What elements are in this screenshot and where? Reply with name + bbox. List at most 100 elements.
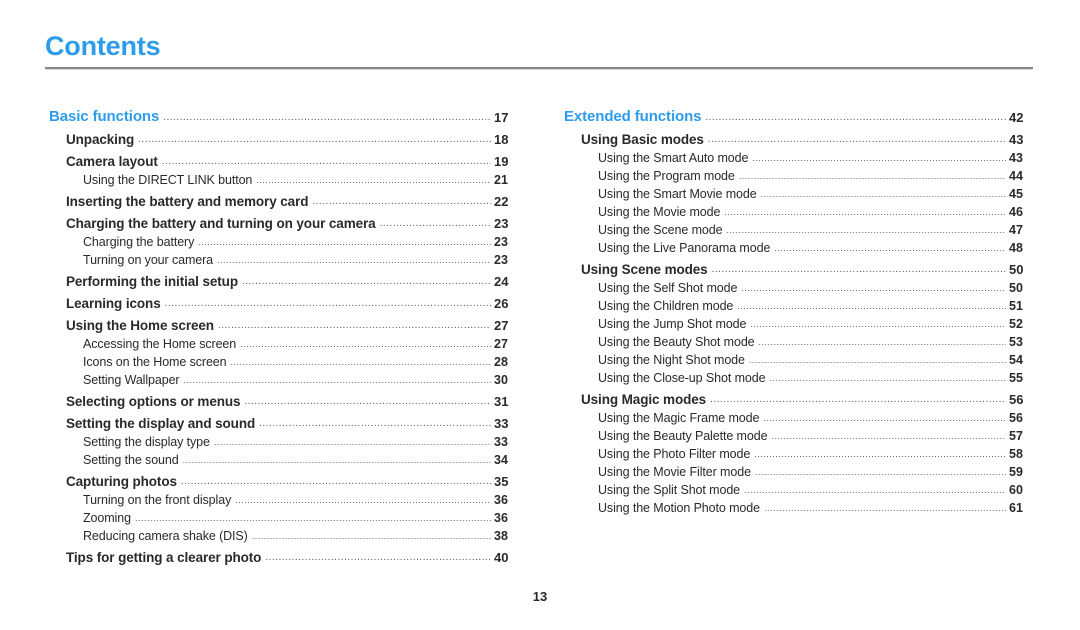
toc-entry[interactable]: Setting the sound.......................… [45,449,520,467]
toc-entry[interactable]: Unpacking...............................… [45,125,520,147]
toc-leader-dots: ........................................… [741,284,1006,293]
toc-entry[interactable]: Using the Scene mode....................… [560,219,1035,237]
toc-entry-page-number: 33 [494,435,508,449]
folio-number: 13 [532,589,548,604]
toc-entry[interactable]: Using the Self Shot mode................… [560,277,1035,295]
toc-entry-page-number: 43 [1009,132,1024,147]
toc-entry[interactable]: Using the Smart Auto mode...............… [560,147,1035,165]
toc-entry-label: Accessing the Home screen [83,337,237,351]
toc-entry-page-number: 18 [494,132,509,147]
contents-page: Contents Basic functions................… [0,0,1080,630]
toc-entry[interactable]: Using the DIRECT LINK button............… [45,169,520,187]
toc-entry-label: Using Scene modes [581,262,708,277]
toc-entry[interactable]: Using the Photo Filter mode.............… [560,443,1035,461]
toc-column-right: Extended functions......................… [560,104,1035,565]
toc-entry[interactable]: Capturing photos........................… [45,467,520,489]
toc-entry[interactable]: Zooming.................................… [45,507,520,525]
toc-entry-label: Unpacking [66,132,135,147]
toc-entry[interactable]: Turning on your camera..................… [45,249,520,267]
toc-entry-page-number: 27 [494,337,508,351]
toc-entry-page-number: 26 [494,296,509,311]
toc-entry[interactable]: Using the Split Shot mode...............… [560,479,1035,497]
toc-leader-dots: ........................................… [256,176,491,185]
toc-leader-dots: ........................................… [748,356,1006,365]
toc-entry-page-number: 22 [494,194,509,209]
toc-entry[interactable]: Using the Beauty Palette mode...........… [560,425,1035,443]
toc-entry-page-number: 48 [1009,241,1023,255]
toc-entry-page-number: 33 [494,416,509,431]
toc-entry[interactable]: Camera layout...........................… [45,147,520,169]
toc-leader-dots: ........................................… [182,456,491,465]
toc-entry-label: Using the Jump Shot mode [598,317,747,331]
toc-entry[interactable]: Using the Movie Filter mode.............… [560,461,1035,479]
toc-entry-label: Using the Night Shot mode [598,353,745,367]
toc-entry-page-number: 36 [494,511,508,525]
toc-leader-dots: ........................................… [164,299,491,309]
toc-entry[interactable]: Using the Children mode.................… [560,295,1035,313]
toc-leader-dots: ........................................… [771,432,1006,441]
toc-entry-label: Inserting the battery and memory card [66,194,309,209]
toc-entry[interactable]: Using Basic modes.......................… [560,125,1035,147]
toc-entry[interactable]: Setting the display and sound...........… [45,409,520,431]
toc-entry-page-number: 58 [1009,447,1023,461]
toc-entry[interactable]: Using the Beauty Shot mode..............… [560,331,1035,349]
toc-entry[interactable]: Using Scene modes.......................… [560,255,1035,277]
toc-entry[interactable]: Using the Night Shot mode...............… [560,349,1035,367]
toc-entry[interactable]: Using the Jump Shot mode................… [560,313,1035,331]
toc-entry[interactable]: Using the Home screen...................… [45,311,520,333]
toc-entry[interactable]: Using the Smart Movie mode..............… [560,183,1035,201]
toc-entry[interactable]: Performing the initial setup............… [45,267,520,289]
toc-entry[interactable]: Inserting the battery and memory card...… [45,187,520,209]
toc-entry-label: Tips for getting a clearer photo [66,550,262,565]
toc-entry[interactable]: Selecting options or menus..............… [45,387,520,409]
toc-entry-page-number: 21 [494,173,508,187]
toc-leader-dots: ........................................… [769,374,1006,383]
toc-entry-page-number: 56 [1009,411,1023,425]
toc-entry-label: Using the Children mode [598,299,734,313]
toc-entry[interactable]: Using the Live Panorama mode............… [560,237,1035,255]
toc-entry[interactable]: Learning icons..........................… [45,289,520,311]
toc-entry[interactable]: Charging the battery and turning on your… [45,209,520,231]
toc-leader-dots: ........................................… [259,419,491,429]
toc-entry-label: Charging the battery and turning on your… [66,216,376,231]
toc-entry-label: Extended functions [564,108,702,125]
toc-entry[interactable]: Using the Motion Photo mode.............… [560,497,1035,515]
toc-entry-label: Camera layout [66,154,158,169]
toc-entry[interactable]: Using the Movie mode....................… [560,201,1035,219]
toc-entry-label: Turning on the front display [83,493,232,507]
toc-entry[interactable]: Using Magic modes.......................… [560,385,1035,407]
toc-entry-page-number: 53 [1009,335,1023,349]
toc-entry[interactable]: Charging the battery....................… [45,231,520,249]
toc-entry[interactable]: Extended functions......................… [560,104,1035,125]
toc-entry-label: Icons on the Home screen [83,355,227,369]
toc-entry[interactable]: Using the Program mode..................… [560,165,1035,183]
toc-entry[interactable]: Using the Close-up Shot mode............… [560,367,1035,385]
toc-entry-page-number: 42 [1009,110,1024,125]
toc-entry[interactable]: Accessing the Home screen...............… [45,333,520,351]
toc-entry-label: Using the Home screen [66,318,214,333]
toc-leader-dots: ........................................… [760,190,1006,199]
toc-entry[interactable]: Tips for getting a clearer photo........… [45,543,520,565]
toc-entry-page-number: 31 [494,394,509,409]
toc-entry[interactable]: Using the Magic Frame mode..............… [560,407,1035,425]
toc-leader-dots: ........................................… [726,226,1006,235]
toc-entry[interactable]: Basic functions.........................… [45,104,520,125]
toc-entry[interactable]: Setting Wallpaper.......................… [45,369,520,387]
toc-leader-dots: ........................................… [213,438,491,447]
toc-entry[interactable]: Turning on the front display............… [45,489,520,507]
toc-entry-page-number: 60 [1009,483,1023,497]
toc-entry-page-number: 35 [494,474,509,489]
toc-leader-dots: ........................................… [183,376,492,385]
toc-entry-page-number: 17 [494,110,509,125]
toc-entry-page-number: 34 [494,453,508,467]
toc-leader-dots: ........................................… [240,340,491,349]
toc-entry[interactable]: Reducing camera shake (DIS).............… [45,525,520,543]
toc-entry[interactable]: Icons on the Home screen................… [45,351,520,369]
toc-entry-page-number: 30 [494,373,508,387]
toc-leader-dots: ........................................… [738,172,1006,181]
toc-entry[interactable]: Setting the display type................… [45,431,520,449]
toc-entry-label: Using the Self Shot mode [598,281,738,295]
toc-leader-dots: ........................................… [251,532,491,541]
toc-entry-page-number: 27 [494,318,509,333]
toc-entry-label: Capturing photos [66,474,177,489]
